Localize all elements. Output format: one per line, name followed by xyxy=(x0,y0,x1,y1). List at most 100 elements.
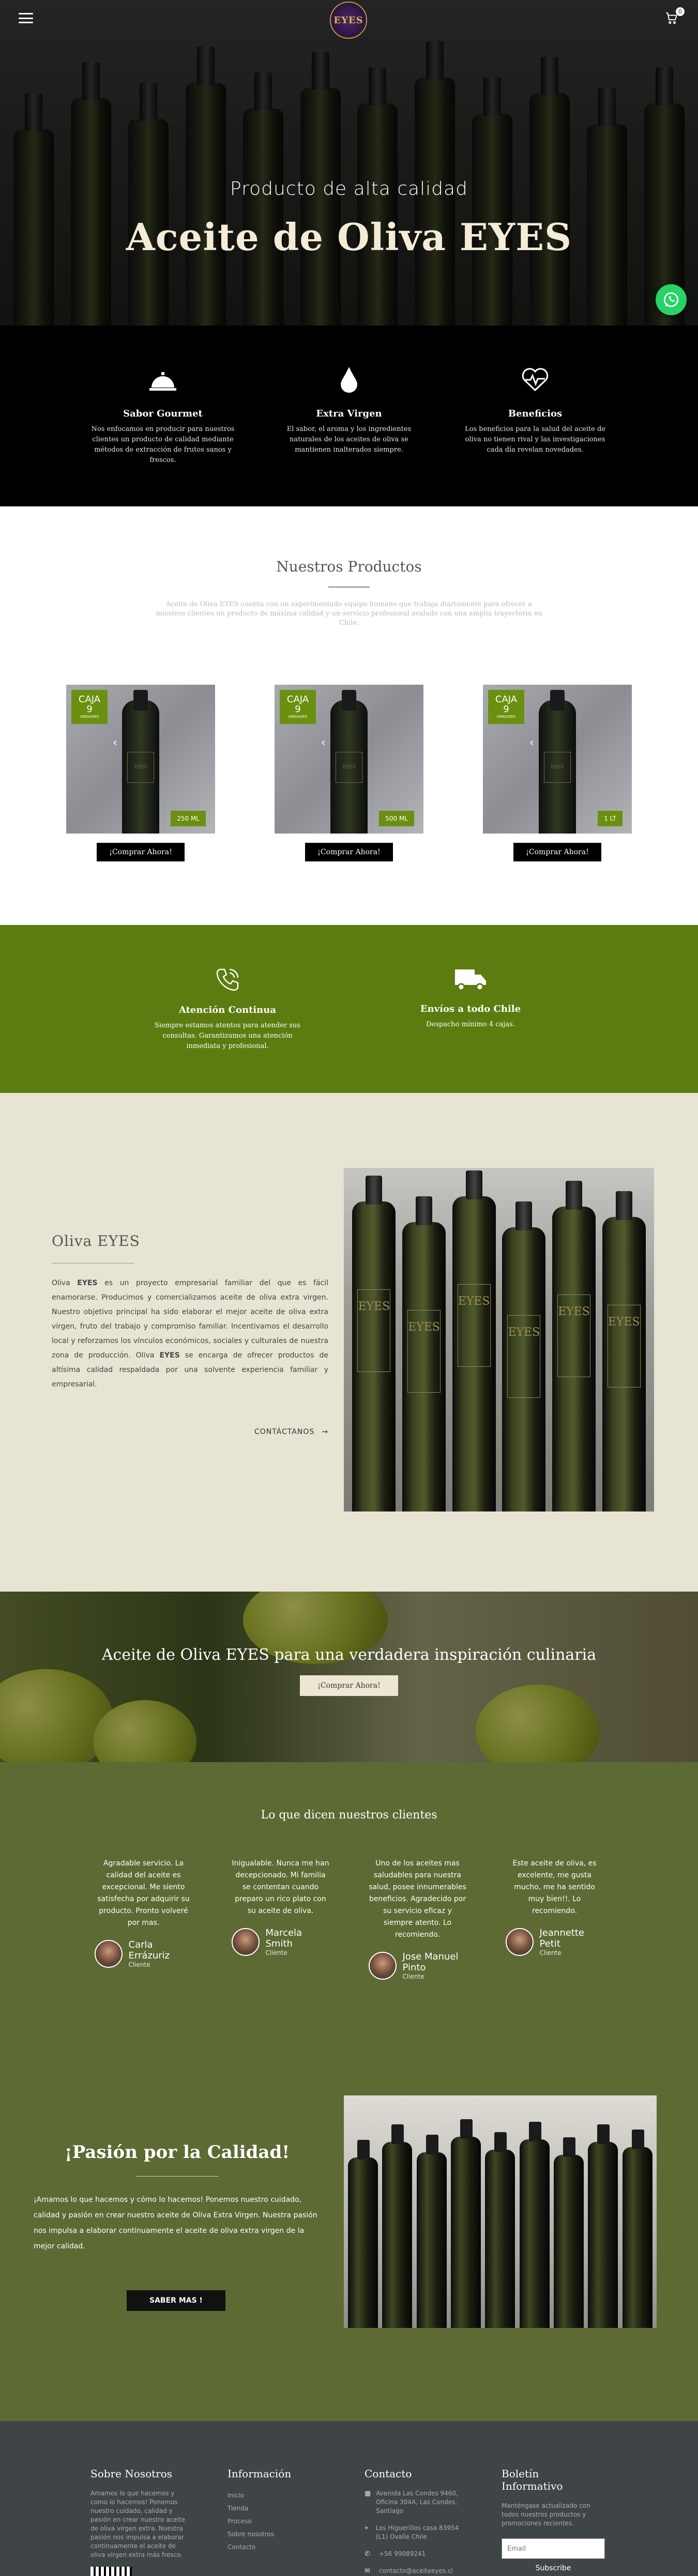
footer-link-inicio[interactable]: Inicio xyxy=(227,2489,326,2502)
avatar xyxy=(94,1940,123,1968)
phone-number[interactable]: +56 99089241 xyxy=(379,2550,426,2558)
email-address[interactable]: contacto@aceiteeyes.cl xyxy=(379,2567,453,2575)
testimonials-section: Lo que dicen nuestros clientes Agradable… xyxy=(0,1762,698,2051)
author-name: Jeannette Petit xyxy=(539,1927,585,1949)
buy-now-button[interactable]: ¡Comprar Ahora! xyxy=(513,843,601,861)
oil-drop-icon xyxy=(341,367,357,393)
product-image[interactable]: EYES ‹ CAJA 9 UNIDADES 1 LT xyxy=(483,685,632,834)
whatsapp-button[interactable] xyxy=(656,284,687,315)
testimonial-text: Este aceite de oliva, es excelente, me g… xyxy=(512,1859,597,1915)
hero-title: Aceite de Oliva EYES xyxy=(126,215,572,259)
chevron-left-icon[interactable]: ‹ xyxy=(321,736,326,749)
products-section: Nuestros Productos Aceite de Oliva EYES … xyxy=(0,506,698,925)
buy-now-button[interactable]: ¡Comprar Ahora! xyxy=(97,843,185,861)
phone-icon: ✆ xyxy=(365,2550,370,2558)
map-pin-icon: ⌖ xyxy=(365,2524,369,2532)
product-card: EYES ‹ CAJA 9 UNIDADES 500 ML ¡Comprar Aho… xyxy=(275,685,423,861)
author-name: Carla Errázuriz xyxy=(128,1939,170,1961)
product-image[interactable]: EYES ‹ CAJA 9 UNIDADES 500 ML xyxy=(275,685,423,834)
hero-subtitle: Producto de alta calidad xyxy=(230,178,468,199)
arrow-right-icon: → xyxy=(322,1428,328,1436)
about-image: EYES EYES EYES EYES EYES EYES xyxy=(344,1168,654,1511)
testimonial-text: Uno de los aceites mas saludables para n… xyxy=(369,1859,466,1939)
banner-title: Aceite de Oliva EYES para una verdadera … xyxy=(101,1646,597,1664)
subscribe-button[interactable]: Subscribe xyxy=(502,2564,605,2572)
testimonial-text: Agradable servicio. La calidad del aceit… xyxy=(97,1859,190,1927)
hero-section: EYES 0 Producto de alta calidad Aceite d… xyxy=(0,0,698,326)
passion-text: ¡Amamos lo que hacemos y cómo lo hacemos… xyxy=(34,2196,317,2250)
contact-label: CONTÁCTANOS xyxy=(254,1428,315,1436)
learn-more-button[interactable]: SABER MAS ! xyxy=(127,2290,225,2311)
avatar xyxy=(231,1928,260,1956)
feature-extra-virgen: Extra Virgen El sabor, el aroma y los in… xyxy=(271,362,427,506)
footer-about-text: Amamos lo que hacemos y como lo hacemos!… xyxy=(90,2490,186,2558)
products-intro: Aceite de Oliva EYES cuenta con un exper… xyxy=(156,600,542,627)
footer-newsletter: Boletín Informativo Manténgase actualiza… xyxy=(502,2467,605,2576)
avatar xyxy=(368,1952,397,1980)
size-badge: 250 ML xyxy=(171,811,206,826)
section-title: Nuestros Productos xyxy=(276,558,422,575)
testimonial-card: Este aceite de oliva, es excelente, me g… xyxy=(505,1858,604,1980)
service-text: Despacho mínimo 4 cajas. xyxy=(426,1021,515,1028)
size-badge: 500 ML xyxy=(379,811,414,826)
building-icon: ▦ xyxy=(365,2490,371,2497)
footer-link-sobre[interactable]: Sobre nosotros xyxy=(227,2528,326,2541)
passion-title: ¡Pasión por la Calidad! xyxy=(64,2142,290,2163)
qr-code xyxy=(90,2567,132,2576)
footer-info: Información Inicio Tienda Proceso Sobre … xyxy=(227,2467,326,2576)
hamburger-menu-icon[interactable] xyxy=(19,13,33,23)
footer-about: Sobre Nosotros Amamos lo que hacemos y c… xyxy=(90,2467,189,2576)
contact-link[interactable]: CONTÁCTANOS → xyxy=(52,1428,328,1436)
testimonial-card: Uno de los aceites mas saludables para n… xyxy=(368,1858,467,1980)
testimonial-card: Agradable servicio. La calidad del aceit… xyxy=(94,1858,193,1980)
buy-now-button[interactable]: ¡Comprar Ahora! xyxy=(305,843,393,861)
footer-title: Sobre Nosotros xyxy=(90,2467,173,2480)
phone-icon xyxy=(216,968,239,991)
feature-title: Extra Virgen xyxy=(316,408,382,419)
footer-contact: Contacto ▦ Avenida Las Condes 9460, Ofici… xyxy=(365,2467,463,2576)
passion-section: ¡Pasión por la Calidad! ¡Amamos lo que h… xyxy=(0,2051,698,2421)
feature-beneficios: Beneficios Los beneficios para la salud … xyxy=(458,362,613,506)
whatsapp-icon xyxy=(663,292,679,307)
chevron-left-icon[interactable]: ‹ xyxy=(113,736,117,749)
divider xyxy=(328,587,370,588)
about-title: Oliva EYES xyxy=(52,1232,140,1250)
address-2: Los Higuerillos casa 83954 (L1) Ovalle C… xyxy=(375,2524,459,2540)
cart-button[interactable]: 0 xyxy=(664,7,685,25)
logo-text: EYES xyxy=(333,14,363,26)
services-section: Atención Continua Siempre estamos atento… xyxy=(0,925,698,1093)
author-role: Cliente xyxy=(402,1973,424,1980)
footer-title: Contacto xyxy=(365,2467,412,2480)
feature-title: Sabor Gourmet xyxy=(123,408,203,419)
truck-icon xyxy=(455,969,486,991)
address-1: Avenida Las Condes 9460, Oficina 304A, L… xyxy=(376,2490,458,2515)
footer-link-tienda[interactable]: Tienda xyxy=(227,2502,326,2515)
product-image[interactable]: EYES ‹ CAJA 9 UNIDADES 250 ML xyxy=(66,685,215,834)
newsletter-email-input[interactable] xyxy=(502,2538,605,2559)
passion-image xyxy=(344,2095,657,2328)
service-atencion: Atención Continua Siempre estamos atento… xyxy=(147,966,308,1093)
about-section: Oliva EYES Oliva EYES es un proyecto emp… xyxy=(0,1093,698,1592)
box-badge: CAJA 9 UNIDADES xyxy=(280,690,316,724)
author-name: Marcela Smith xyxy=(265,1927,302,1949)
divider xyxy=(135,2176,219,2177)
top-nav: EYES 0 xyxy=(0,0,698,39)
cta-banner: Aceite de Oliva EYES para una verdadera … xyxy=(0,1592,698,1762)
service-envios: Envíos a todo Chile Despacho mínimo 4 ca… xyxy=(390,966,551,1093)
avatar xyxy=(505,1928,534,1956)
author-role: Cliente xyxy=(265,1949,287,1956)
footer: Sobre Nosotros Amamos lo que hacemos y c… xyxy=(0,2421,698,2576)
product-card: EYES ‹ CAJA 9 UNIDADES 1 LT ¡Comprar Ahora… xyxy=(483,685,632,861)
author-name: Jose Manuel Pinto xyxy=(402,1951,459,1973)
feature-text: El sabor, el aroma y los ingredientes na… xyxy=(286,425,412,454)
footer-link-proceso[interactable]: Proceso xyxy=(227,2515,326,2528)
buy-now-button[interactable]: ¡Comprar Ahora! xyxy=(300,1675,398,1696)
testimonial-text: Inigualable. Nunca me han decepcionado. … xyxy=(232,1859,329,1915)
mail-icon: ✉ xyxy=(365,2567,370,2575)
footer-title: Información xyxy=(227,2467,292,2480)
brand-logo[interactable]: EYES xyxy=(330,2,367,39)
hero-text: Producto de alta calidad Aceite de Oliva… xyxy=(0,178,698,259)
feature-text: Nos enfocamos en producir para nuestros … xyxy=(91,425,235,464)
service-bell-icon xyxy=(149,372,176,391)
chevron-left-icon[interactable]: ‹ xyxy=(529,736,534,749)
